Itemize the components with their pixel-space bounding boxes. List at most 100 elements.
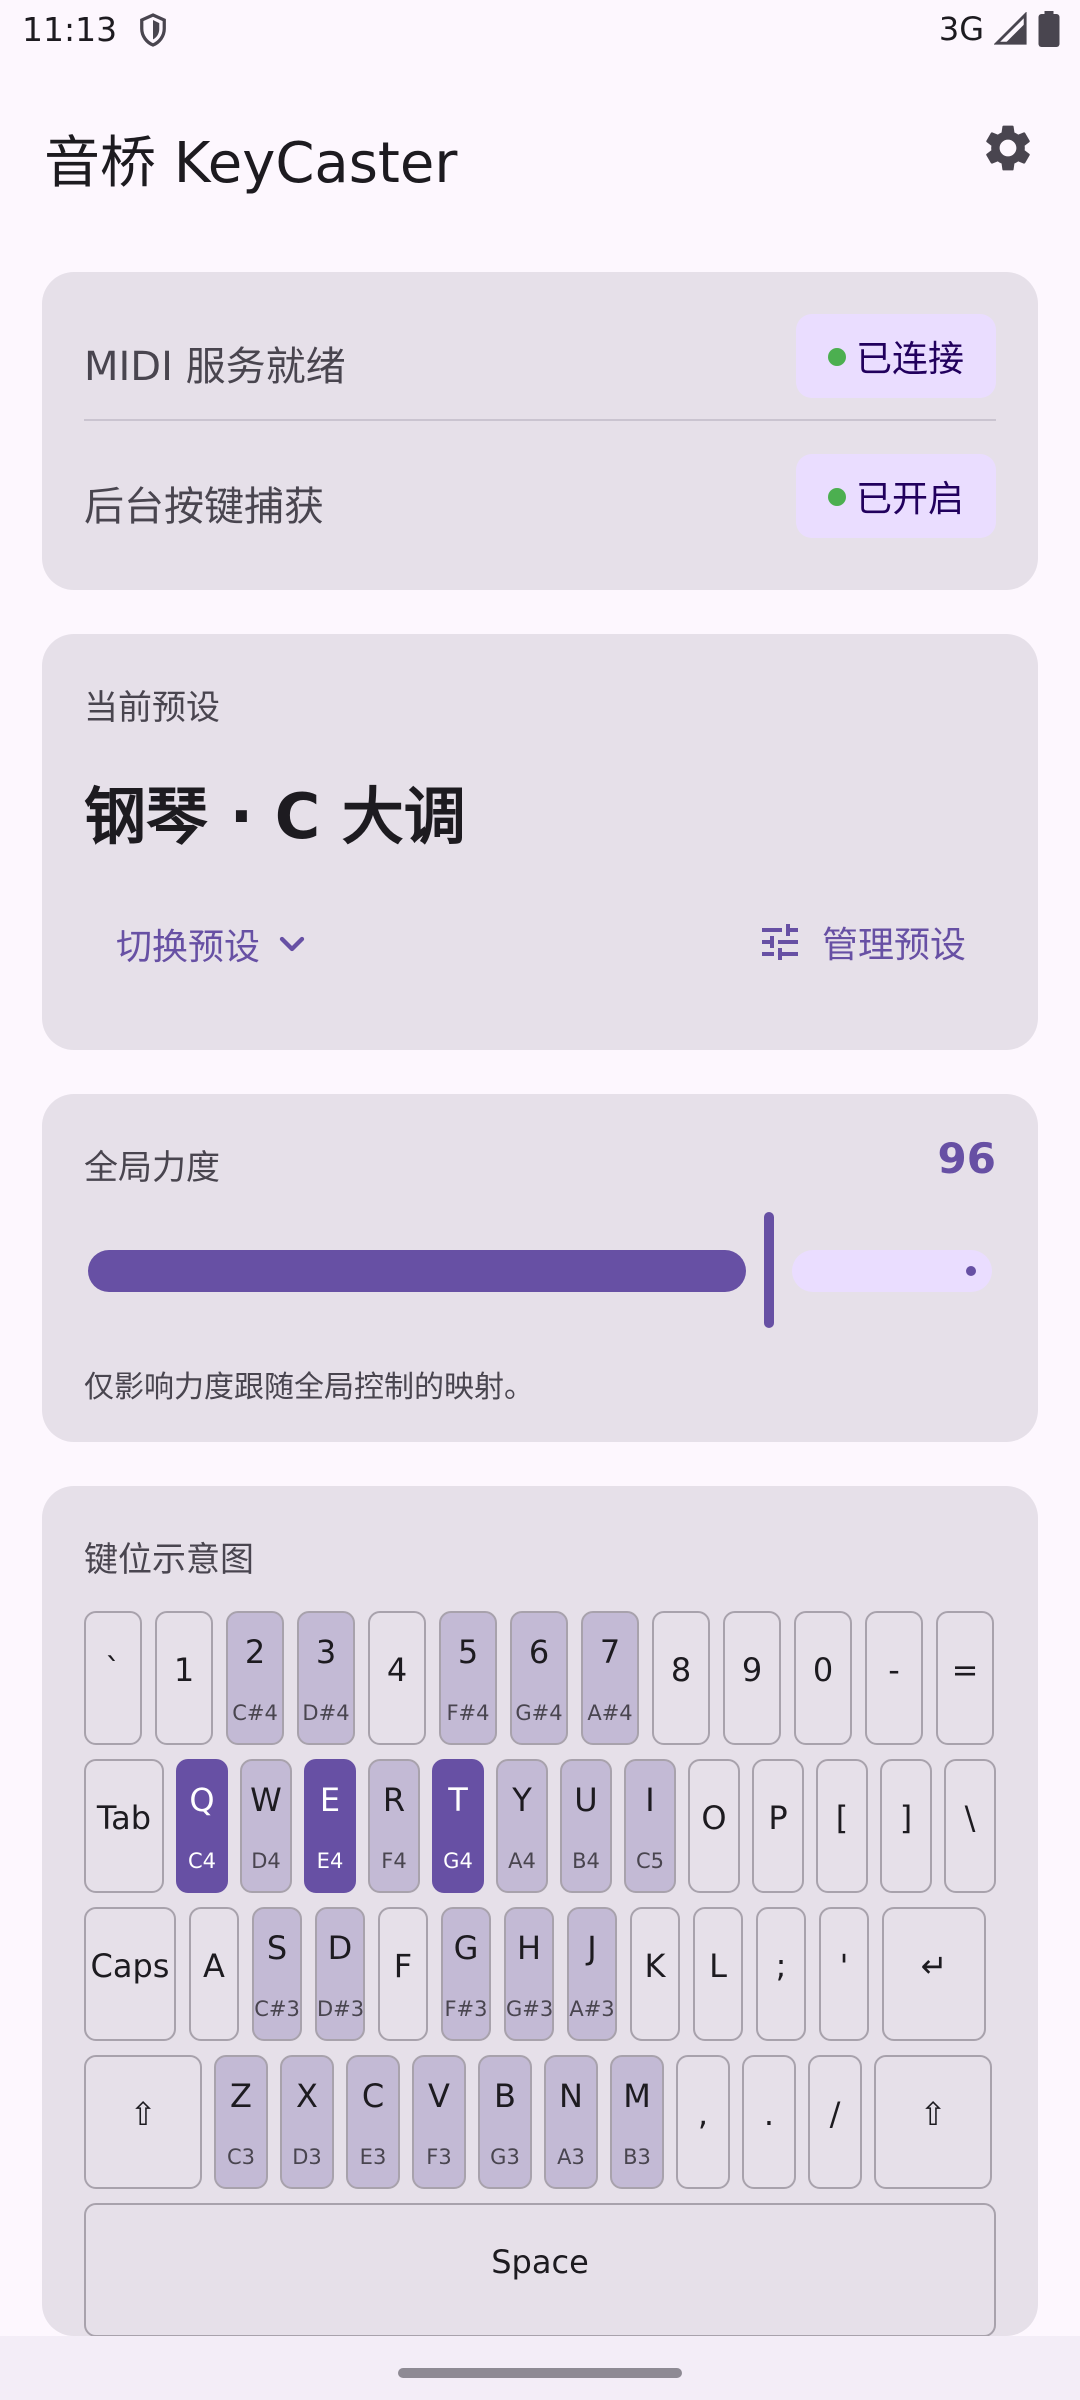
key-label: / xyxy=(829,2095,841,2133)
key-tab[interactable]: Tab xyxy=(84,1759,164,1893)
switch-preset-button[interactable]: 切换预设 xyxy=(116,918,312,970)
key-label: 4 xyxy=(386,1651,408,1689)
key-label: A xyxy=(203,1947,225,1985)
key-h[interactable]: H G#3 xyxy=(504,1907,554,2041)
key-label: - xyxy=(888,1651,900,1689)
slider-active-track xyxy=(88,1250,746,1292)
key-label: Space xyxy=(491,2243,589,2281)
key-c[interactable]: C E3 xyxy=(346,2055,400,2189)
manage-presets-button[interactable]: 管理预设 xyxy=(756,916,966,968)
key-;[interactable]: ; xyxy=(756,1907,806,2041)
slider-inactive-track xyxy=(792,1250,992,1292)
key-space[interactable]: Space xyxy=(84,2203,996,2337)
key-=[interactable]: = xyxy=(936,1611,994,1745)
key-label: G xyxy=(453,1929,479,1967)
note-label: C3 xyxy=(226,2145,256,2169)
key-s[interactable]: S C#3 xyxy=(252,1907,302,2041)
key-m[interactable]: M B3 xyxy=(610,2055,664,2189)
key-2[interactable]: 2 C#4 xyxy=(226,1611,284,1745)
key-k[interactable]: K xyxy=(630,1907,680,2041)
key-e[interactable]: E E4 xyxy=(304,1759,356,1893)
key--[interactable]: - xyxy=(865,1611,923,1745)
key-9[interactable]: 9 xyxy=(723,1611,781,1745)
key-r[interactable]: R F4 xyxy=(368,1759,420,1893)
key-l[interactable]: L xyxy=(693,1907,743,2041)
preset-name: 钢琴 · C 大调 xyxy=(84,780,466,853)
capture-enabled-badge: 已开启 xyxy=(795,454,996,538)
key-↵[interactable]: ↵ xyxy=(882,1907,986,2041)
key-\[interactable]: \ xyxy=(944,1759,996,1893)
note-label: B3 xyxy=(623,2145,651,2169)
key-u[interactable]: U B4 xyxy=(560,1759,612,1893)
key-label: 3 xyxy=(315,1633,337,1671)
key-5[interactable]: 5 F#4 xyxy=(439,1611,497,1745)
key-w[interactable]: W D4 xyxy=(240,1759,292,1893)
key-p[interactable]: P xyxy=(752,1759,804,1893)
switch-preset-label: 切换预设 xyxy=(116,927,261,968)
key-caps[interactable]: Caps xyxy=(84,1907,176,2041)
key-a[interactable]: A xyxy=(189,1907,239,2041)
navigation-bar xyxy=(0,2336,1080,2400)
key-[[interactable]: [ xyxy=(816,1759,868,1893)
key-3[interactable]: 3 D#4 xyxy=(297,1611,355,1745)
key-q[interactable]: Q C4 xyxy=(176,1759,228,1893)
current-preset-label: 当前预设 xyxy=(84,688,220,728)
key-label: V xyxy=(428,2077,450,2115)
note-label: C#3 xyxy=(254,1997,300,2021)
key-label: ` xyxy=(105,1651,121,1689)
key-][interactable]: ] xyxy=(880,1759,932,1893)
settings-gear-icon[interactable] xyxy=(980,120,1036,176)
key-map-card: 键位示意图 ` 1 2 C#4 3 D#4 4 5 F#4 6 G#4 7 A#4 8 9 0 - = Tab Q C4… xyxy=(42,1486,1038,2337)
slider-thumb[interactable] xyxy=(764,1212,774,1328)
capture-status-text: 已开启 xyxy=(855,479,964,520)
key-f[interactable]: F xyxy=(378,1907,428,2041)
key-/[interactable]: / xyxy=(808,2055,862,2189)
key-label: J xyxy=(587,1929,597,1967)
key-j[interactable]: J A#3 xyxy=(567,1907,617,2041)
key-label: 8 xyxy=(670,1651,692,1689)
key-g[interactable]: G F#3 xyxy=(441,1907,491,2041)
note-label: D#3 xyxy=(317,1997,365,2021)
note-label: F3 xyxy=(426,2145,452,2169)
key-.[interactable]: . xyxy=(742,2055,796,2189)
key-,[interactable]: , xyxy=(676,2055,730,2189)
key-1[interactable]: 1 xyxy=(155,1611,213,1745)
key-label: P xyxy=(768,1799,788,1837)
network-type: 3G xyxy=(938,10,984,48)
key-n[interactable]: N A3 xyxy=(544,2055,598,2189)
key-map-title: 键位示意图 xyxy=(84,1540,254,1580)
note-label: G#4 xyxy=(515,1701,563,1725)
key-label: ; xyxy=(775,1947,787,1985)
app-title: 音桥 KeyCaster xyxy=(44,131,458,196)
key-label: C xyxy=(361,2077,385,2115)
key-label: ] xyxy=(899,1799,913,1837)
key-0[interactable]: 0 xyxy=(794,1611,852,1745)
key-6[interactable]: 6 G#4 xyxy=(510,1611,568,1745)
key-o[interactable]: O xyxy=(688,1759,740,1893)
key-label: S xyxy=(266,1929,288,1967)
key-label: ' xyxy=(839,1947,849,1985)
key-i[interactable]: I C5 xyxy=(624,1759,676,1893)
note-label: D#4 xyxy=(302,1701,350,1725)
key-t[interactable]: T G4 xyxy=(432,1759,484,1893)
key-⇧[interactable]: ⇧ xyxy=(874,2055,992,2189)
note-label: F#3 xyxy=(444,1997,488,2021)
key-8[interactable]: 8 xyxy=(652,1611,710,1745)
key-v[interactable]: V F3 xyxy=(412,2055,466,2189)
key-x[interactable]: X D3 xyxy=(280,2055,334,2189)
key-y[interactable]: Y A4 xyxy=(496,1759,548,1893)
key-z[interactable]: Z C3 xyxy=(214,2055,268,2189)
gesture-handle[interactable] xyxy=(398,2368,682,2378)
key-label: = xyxy=(951,1651,979,1689)
key-`[interactable]: ` xyxy=(84,1611,142,1745)
key-b[interactable]: B G3 xyxy=(478,2055,532,2189)
key-'[interactable]: ' xyxy=(819,1907,869,2041)
key-label: 6 xyxy=(528,1633,550,1671)
key-4[interactable]: 4 xyxy=(368,1611,426,1745)
app-bar: 音桥 KeyCaster xyxy=(0,100,1080,200)
key-7[interactable]: 7 A#4 xyxy=(581,1611,639,1745)
key-label: ⇧ xyxy=(919,2095,947,2133)
key-⇧[interactable]: ⇧ xyxy=(84,2055,202,2189)
key-d[interactable]: D D#3 xyxy=(315,1907,365,2041)
key-label: M xyxy=(623,2077,651,2115)
